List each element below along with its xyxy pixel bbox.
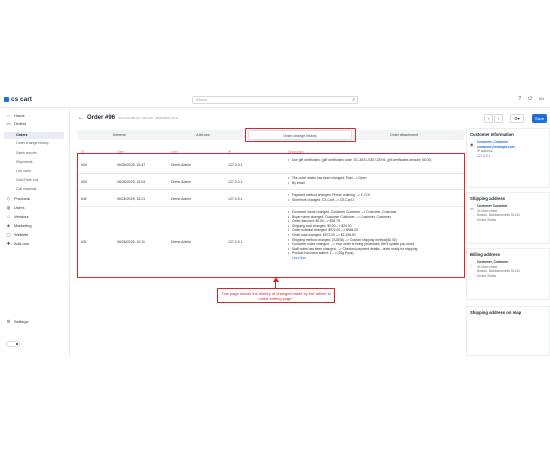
sidebar-item-label: Add-ons (14, 241, 29, 246)
search-placeholder: Search (196, 98, 208, 102)
sidebar-item-vendors[interactable]: ⌂ Vendors (6, 214, 29, 219)
save-button[interactable]: Save (532, 114, 547, 123)
logo[interactable]: cs cart (4, 96, 32, 103)
logo-text: cs cart (11, 96, 32, 103)
sidebar-item-label: Home (14, 113, 25, 118)
language-selector[interactable]: EN (539, 97, 544, 101)
callout-arrow-line (275, 279, 276, 288)
sidebar-item-label: Vendors (14, 214, 29, 219)
top-icons: ? ⏻ EN (518, 96, 544, 102)
sidebar-item-label: Users (14, 205, 25, 210)
customer-ip: 127.0.0.1 (477, 153, 491, 158)
tab-addons[interactable]: Add-ons (162, 130, 244, 140)
logo-mark-icon (4, 97, 9, 102)
sidebar-sub-sales-reports[interactable]: Sales reports (16, 151, 37, 155)
tab-order-attachment[interactable]: Order Attachment (356, 130, 452, 140)
customer-info-title: Customer Information (470, 132, 514, 137)
highlight-box-table (77, 153, 465, 278)
sidebar-item-label: Orders (14, 121, 27, 126)
sidebar-item-label: Products (14, 196, 30, 201)
products-icon: ◇ (6, 196, 11, 201)
sidebar-sub-gold-rate-list[interactable]: Gold Rate List (16, 178, 38, 182)
order-meta: Total: $1,258.00 / CS-Cart · 06/26/2025 … (118, 116, 179, 120)
sidebar-item-label: Website (14, 232, 29, 237)
back-arrow-icon[interactable]: ← (78, 115, 84, 121)
marketing-icon: ◈ (6, 223, 11, 228)
shipping-map-title: Shipping address on map (470, 310, 522, 315)
billing-address-title: Billing address (470, 252, 501, 257)
sidebar-active-highlight (4, 132, 64, 139)
sidebar-item-addons[interactable]: ✚ Add-ons (6, 241, 29, 246)
tab-general[interactable]: General (78, 130, 160, 140)
addons-icon: ✚ (6, 241, 11, 246)
vendors-icon: ⌂ (7, 214, 10, 219)
help-icon[interactable]: ? (518, 96, 521, 102)
order-title-text: Order #96 (87, 115, 116, 121)
theme-toggle[interactable] (6, 341, 20, 347)
prev-order-button[interactable]: ‹ (484, 114, 493, 123)
highlight-box-tab (245, 128, 356, 142)
shipping-map-card: Shipping address on map (466, 306, 550, 356)
search-icon[interactable]: ⌕ (352, 97, 355, 103)
sidebar-item-users[interactable]: ◍ Users (6, 205, 25, 210)
power-icon[interactable]: ⏻ (528, 96, 532, 102)
settings-menu-button[interactable]: ⚙▾ (510, 114, 524, 123)
search-input[interactable]: Search ⌕ (192, 96, 358, 104)
sidebar-item-home[interactable]: ⌂ Home (6, 113, 25, 118)
sidebar-sub-order-change-history[interactable]: Order change history (16, 141, 49, 145)
users-icon: ◍ (6, 205, 11, 210)
sidebar-item-label: Marketing (14, 223, 32, 228)
sidebar-sub-orders[interactable]: Orders (16, 133, 27, 137)
sidebar-item-products[interactable]: ◇ Products (6, 196, 30, 201)
annotation-callout: This page shows the history of changes m… (217, 288, 335, 303)
gear-icon: ⚙ (6, 319, 11, 324)
sidebar-sub-shipments[interactable]: Shipments (16, 160, 33, 164)
sidebar-item-orders[interactable]: ▭ Orders (6, 121, 26, 126)
sidebar-item-marketing[interactable]: ◈ Marketing (6, 223, 32, 228)
orders-icon: ▭ (6, 121, 11, 126)
shipping-icon: ▭ (470, 206, 474, 211)
home-icon: ⌂ (7, 113, 10, 118)
next-order-button[interactable]: › (494, 114, 503, 123)
sidebar-sub-live-carts[interactable]: Live carts (16, 169, 31, 173)
sidebar-item-label: Settings (14, 319, 29, 324)
sidebar-sub-call-requests[interactable]: Call requests (16, 187, 36, 191)
user-icon: ◉ (470, 142, 474, 147)
location-pin-icon: ◌ (470, 262, 473, 267)
customer-info-card: Customer Information ◉ Customer, Custome… (466, 128, 550, 188)
sidebar-item-website[interactable]: ▢ Website (6, 232, 28, 237)
website-icon: ▢ (6, 232, 11, 237)
shipping-address-title: Shipping address (470, 196, 506, 201)
sidebar-item-settings[interactable]: ⚙ Settings (6, 319, 28, 324)
shipping-line-3: United States (477, 217, 497, 222)
billing-address-card: Billing address ◌ Customer, Customer 44 … (466, 248, 550, 300)
page-title: ← Order #96 Total: $1,258.00 / CS-Cart ·… (78, 115, 179, 121)
billing-line-3: United States (477, 273, 497, 278)
shipping-address-card: Shipping address ▭ Customer Customer 44 … (466, 192, 550, 244)
